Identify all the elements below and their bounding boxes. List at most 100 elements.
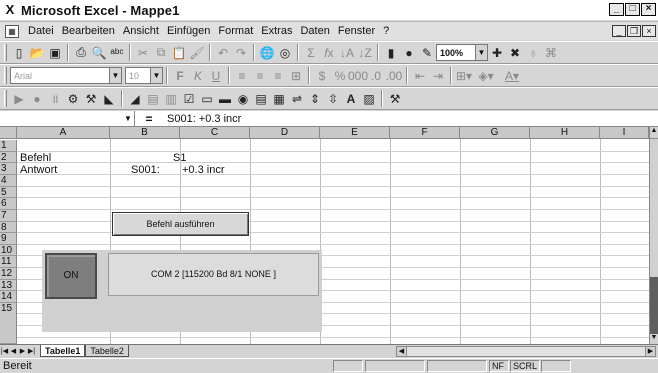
cell-a2[interactable]: Befehl — [20, 152, 51, 164]
toolbar-grip[interactable] — [4, 90, 7, 107]
row-header-12[interactable]: 12 — [0, 268, 17, 280]
button-control-icon[interactable]: ▬ — [216, 90, 234, 108]
menu-help[interactable]: ? — [379, 25, 393, 37]
menu-format[interactable]: Format — [214, 25, 257, 37]
font-color-icon[interactable]: A▾ — [499, 67, 525, 85]
label-control-icon[interactable]: A — [342, 90, 360, 108]
checkbox-control-icon[interactable]: ☑ — [180, 90, 198, 108]
thousands-icon[interactable]: 000 — [348, 67, 368, 85]
chevron-down-icon[interactable]: ▼ — [475, 45, 487, 60]
doc-close-icon[interactable]: × — [642, 25, 656, 37]
column-header-i[interactable]: I — [600, 127, 649, 139]
combobox-control-icon[interactable]: ▦ — [270, 90, 288, 108]
increase-indent-icon[interactable]: ⇥ — [429, 67, 447, 85]
column-header-h[interactable]: H — [530, 127, 600, 139]
tab-tabelle2[interactable]: Tabelle2 — [85, 345, 129, 357]
row-header-3[interactable]: 3 — [0, 163, 17, 175]
doc-restore-icon[interactable]: ❐ — [627, 25, 641, 37]
name-box[interactable]: ▼ — [0, 111, 135, 126]
cut-icon[interactable]: ✂ — [134, 44, 152, 62]
chevron-down-icon[interactable]: ▼ — [122, 112, 134, 125]
align-left-icon[interactable]: ≡ — [233, 67, 251, 85]
properties-icon[interactable]: ▤ — [144, 90, 162, 108]
pause-icon[interactable]: ॥ — [46, 90, 64, 108]
scroll-up-icon[interactable]: ▲ — [650, 127, 658, 139]
column-header-e[interactable]: E — [320, 127, 390, 139]
last-sheet-icon[interactable]: ▶| — [27, 346, 36, 357]
new-icon[interactable]: ▯ — [10, 44, 28, 62]
listbox-control-icon[interactable]: ▤ — [252, 90, 270, 108]
tools-icon[interactable]: ✖ — [506, 44, 524, 62]
textbox-control-icon[interactable]: ▭ — [198, 90, 216, 108]
zoom-select[interactable]: 100% ▼ — [436, 44, 488, 61]
toolbar-grip[interactable] — [4, 44, 7, 61]
record-icon[interactable]: ● — [28, 90, 46, 108]
formula-input[interactable]: S001: +0.3 incr — [163, 113, 241, 125]
tab-tabelle1[interactable]: Tabelle1 — [40, 345, 86, 357]
cell-c3[interactable]: +0.3 incr — [182, 164, 225, 176]
control-toolbox-icon[interactable]: ⚒ — [82, 90, 100, 108]
decrease-indent-icon[interactable]: ⇤ — [411, 67, 429, 85]
more-controls-icon[interactable]: ⚒ — [386, 90, 404, 108]
format-painter-icon[interactable]: 🖌 — [188, 44, 206, 62]
row-header-6[interactable]: 6 — [0, 198, 17, 210]
spelling-icon[interactable]: ᵃᵇᶜ — [108, 44, 126, 62]
spin-control-icon[interactable]: ⇕ — [306, 90, 324, 108]
bold-button[interactable]: F — [171, 67, 189, 85]
run-icon[interactable]: ▶ — [10, 90, 28, 108]
row-header-9[interactable]: 9 — [0, 233, 17, 245]
row-header-4[interactable]: 4 — [0, 175, 17, 187]
excel-app-icon[interactable]: X — [3, 3, 17, 17]
design-mode-icon[interactable]: ◣ — [100, 90, 118, 108]
custom-icon-1[interactable]: ♁ — [524, 44, 542, 62]
close-icon[interactable]: × — [641, 3, 656, 16]
next-sheet-icon[interactable]: ▶ — [18, 346, 27, 357]
undo-icon[interactable]: ↶ — [214, 44, 232, 62]
menu-datei[interactable]: Datei — [24, 25, 58, 37]
merge-center-icon[interactable]: ⊞ — [287, 67, 305, 85]
sort-asc-icon[interactable]: ↓A — [338, 44, 356, 62]
view-code-icon[interactable]: ▥ — [162, 90, 180, 108]
column-header-a[interactable]: A — [17, 127, 110, 139]
copy-icon[interactable]: ⧉ — [152, 44, 170, 62]
chevron-down-icon[interactable]: ▼ — [150, 68, 162, 83]
save-icon[interactable]: ▣ — [46, 44, 64, 62]
open-icon[interactable]: 📂 — [28, 44, 46, 62]
office-assistant-icon[interactable]: ✚ — [488, 44, 506, 62]
cell-a3[interactable]: Antwort — [20, 164, 57, 176]
custom-icon-2[interactable]: ⌘ — [542, 44, 560, 62]
doc-minimize-icon[interactable]: _ — [612, 25, 626, 37]
execute-command-button[interactable]: Befehl ausführen — [112, 212, 249, 236]
font-select[interactable]: Arial ▼ — [10, 67, 122, 84]
scroll-left-icon[interactable]: ◀ — [397, 347, 407, 356]
menu-bearbeiten[interactable]: Bearbeiten — [58, 25, 119, 37]
vertical-scrollbar[interactable]: ▲ ▼ — [649, 127, 658, 344]
maximize-icon[interactable]: □ — [625, 3, 640, 16]
align-right-icon[interactable]: ≡ — [269, 67, 287, 85]
font-size-select[interactable]: 10 ▼ — [125, 67, 163, 84]
print-preview-icon[interactable]: 🔍 — [90, 44, 108, 62]
row-header-5[interactable]: 5 — [0, 187, 17, 198]
menu-fenster[interactable]: Fenster — [334, 25, 379, 37]
column-header-d[interactable]: D — [250, 127, 320, 139]
chart-wizard-icon[interactable]: ▮ — [382, 44, 400, 62]
percent-icon[interactable]: % — [331, 67, 349, 85]
menu-ansicht[interactable]: Ansicht — [119, 25, 163, 37]
column-header-g[interactable]: G — [460, 127, 530, 139]
scroll-right-icon[interactable]: ▶ — [645, 347, 655, 356]
row-header-2[interactable]: 2 — [0, 152, 17, 163]
row-header-10[interactable]: 10 — [0, 245, 17, 256]
horizontal-scrollbar[interactable]: ◀ ▶ — [396, 346, 656, 357]
column-header-b[interactable]: B — [110, 127, 180, 139]
map-icon[interactable]: ● — [400, 44, 418, 62]
function-icon[interactable]: fx — [320, 44, 338, 62]
autosum-icon[interactable]: Σ — [302, 44, 320, 62]
decrease-decimal-icon[interactable]: .00 — [385, 67, 403, 85]
image-control-icon[interactable]: ▨ — [360, 90, 378, 108]
menu-einfuegen[interactable]: Einfügen — [163, 25, 214, 37]
print-icon[interactable]: ⎙ — [72, 44, 90, 62]
row-header-13[interactable]: 13 — [0, 280, 17, 291]
row-header-1[interactable]: 1 — [0, 140, 17, 152]
drawing-icon[interactable]: ✎ — [418, 44, 436, 62]
scrollbar-control-icon[interactable]: ⇳ — [324, 90, 342, 108]
